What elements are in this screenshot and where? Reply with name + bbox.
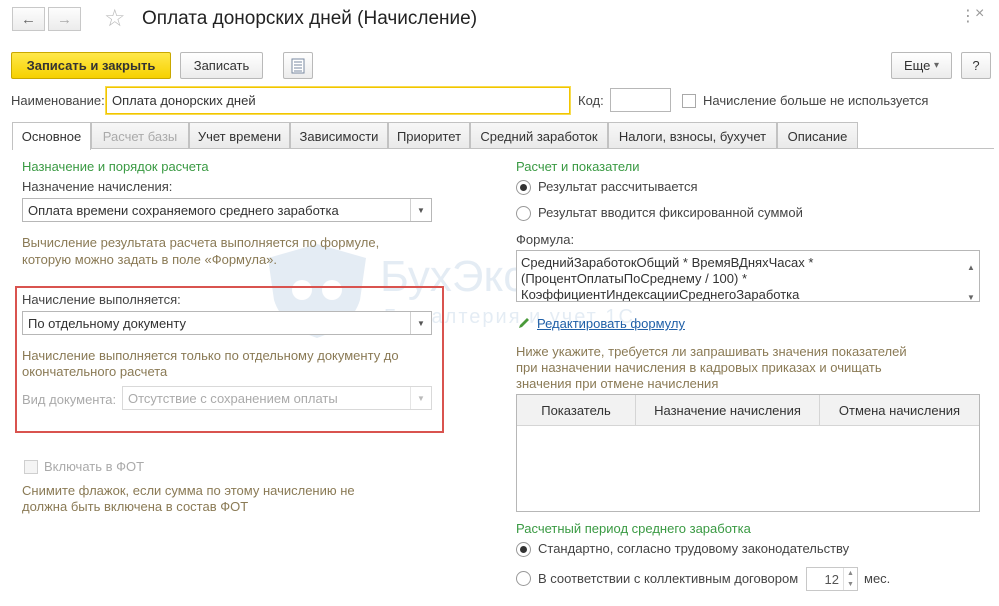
not-used-label: Начисление больше не используется xyxy=(703,93,929,108)
tab-priority[interactable]: Приоритет xyxy=(388,122,470,149)
radio-fixed-label: Результат вводится фиксированной суммой xyxy=(538,205,803,220)
tab-dependencies[interactable]: Зависимости xyxy=(290,122,388,149)
radio-collective[interactable] xyxy=(516,571,531,586)
fot-checkbox[interactable] xyxy=(24,460,38,474)
left-section-title: Назначение и порядок расчета xyxy=(22,159,209,174)
purpose-select[interactable]: Оплата времени сохраняемого среднего зар… xyxy=(22,198,432,222)
code-input[interactable] xyxy=(610,88,671,112)
indicators-hint-line-3: значения при отмене начисления xyxy=(516,376,719,391)
indicators-table[interactable]: Показатель Назначение начисления Отмена … xyxy=(516,394,980,512)
indicators-hint-line-2: при назначении начисления в кадровых при… xyxy=(516,360,882,375)
months-stepper[interactable]: 12 ▲ ▼ xyxy=(806,567,858,591)
tab-time-accounting[interactable]: Учет времени xyxy=(189,122,290,149)
close-icon[interactable]: × xyxy=(975,5,984,23)
forward-button[interactable]: → xyxy=(48,7,81,31)
stepper-arrows-icon[interactable]: ▲ ▼ xyxy=(843,568,857,590)
radio-calculated[interactable] xyxy=(516,180,531,195)
fot-hint-line-1: Снимите флажок, если сумма по этому начи… xyxy=(22,483,355,498)
indicators-hint-line-1: Ниже укажите, требуется ли запрашивать з… xyxy=(516,344,907,359)
performed-select[interactable]: По отдельному документу ▼ xyxy=(22,311,432,335)
tab-description[interactable]: Описание xyxy=(777,122,858,149)
arrow-left-icon: ← xyxy=(21,10,36,28)
doc-type-value: Отсутствие с сохранением оплаты xyxy=(128,391,338,406)
column-header-assign[interactable]: Назначение начисления xyxy=(636,395,820,426)
formula-line-1: СреднийЗаработокОбщий * ВремяВДняхЧасах … xyxy=(521,255,814,270)
period-section-title: Расчетный период среднего заработка xyxy=(516,521,751,536)
back-button[interactable]: ← xyxy=(12,7,45,31)
doc-type-select: Отсутствие с сохранением оплаты ▼ xyxy=(122,386,432,410)
favorite-star-icon[interactable]: ☆ xyxy=(104,4,126,33)
fot-label: Включать в ФОТ xyxy=(44,459,145,474)
formula-scrollbar[interactable]: ▲ ▼ xyxy=(965,253,977,301)
tab-average-earnings[interactable]: Средний заработок xyxy=(470,122,608,149)
doc-type-label: Вид документа: xyxy=(22,392,117,407)
radio-standard-label: Стандартно, согласно трудовому законодат… xyxy=(538,541,850,556)
dropdown-arrow-icon: ▼ xyxy=(410,387,431,409)
chevron-down-icon: ▾ xyxy=(934,60,940,71)
tab-base-calc[interactable]: Расчет базы xyxy=(91,122,189,149)
formula-hint-line-2: которую можно задать в поле «Формула». xyxy=(22,252,278,267)
name-label: Наименование: xyxy=(11,93,105,108)
name-input[interactable]: Оплата донорских дней xyxy=(106,87,570,114)
fot-hint-line-2: должна быть включена в состав ФОТ xyxy=(22,499,249,514)
tab-divider xyxy=(12,148,994,149)
more-button-label: Еще xyxy=(903,58,931,73)
formula-line-3: КоэффициентИндексацииСреднегоЗаработка xyxy=(521,287,800,302)
column-header-cancel[interactable]: Отмена начисления xyxy=(820,395,979,426)
tab-taxes[interactable]: Налоги, взносы, бухучет xyxy=(608,122,777,149)
edit-formula-link[interactable]: Редактировать формулу xyxy=(537,316,685,331)
help-button[interactable]: ? xyxy=(961,52,991,79)
table-header: Показатель Назначение начисления Отмена … xyxy=(517,395,979,426)
purpose-label: Назначение начисления: xyxy=(22,179,173,194)
document-list-icon xyxy=(291,58,305,73)
arrow-right-icon: → xyxy=(57,10,72,28)
performed-label: Начисление выполняется: xyxy=(22,292,181,307)
column-header-indicator[interactable]: Показатель xyxy=(517,395,636,426)
code-label: Код: xyxy=(578,93,604,108)
dropdown-arrow-icon[interactable]: ▼ xyxy=(410,312,431,334)
page-title: Оплата донорских дней (Начисление) xyxy=(142,8,478,29)
formula-hint-line-1: Вычисление результата расчета выполняетс… xyxy=(22,235,380,250)
not-used-checkbox[interactable] xyxy=(682,94,696,108)
more-button[interactable]: Еще ▾ xyxy=(891,52,952,79)
months-value: 12 xyxy=(824,572,839,587)
performed-value: По отдельному документу xyxy=(28,316,186,331)
dropdown-arrow-icon[interactable]: ▼ xyxy=(410,199,431,221)
performed-hint-line-2: окончательного расчета xyxy=(22,364,168,379)
save-button[interactable]: Записать xyxy=(180,52,263,79)
performed-hint-line-1: Начисление выполняется только по отдельн… xyxy=(22,348,399,363)
formula-label: Формула: xyxy=(516,232,575,247)
formula-line-2: (ПроцентОплатыПоСреднему / 100) * xyxy=(521,271,748,286)
formula-field[interactable]: СреднийЗаработокОбщий * ВремяВДняхЧасах … xyxy=(516,250,980,302)
radio-calculated-label: Результат рассчитывается xyxy=(538,179,698,194)
radio-standard[interactable] xyxy=(516,542,531,557)
more-options-icon[interactable]: ⋮ xyxy=(960,6,976,26)
tab-main[interactable]: Основное xyxy=(12,122,91,150)
radio-collective-label: В соответствии с коллективным договором xyxy=(538,571,799,586)
save-and-close-button[interactable]: Записать и закрыть xyxy=(11,52,171,79)
purpose-value: Оплата времени сохраняемого среднего зар… xyxy=(28,203,339,218)
radio-fixed[interactable] xyxy=(516,206,531,221)
pencil-icon xyxy=(517,316,531,333)
right-section-title: Расчет и показатели xyxy=(516,159,640,174)
months-unit-label: мес. xyxy=(864,571,891,586)
report-button[interactable] xyxy=(283,52,313,79)
